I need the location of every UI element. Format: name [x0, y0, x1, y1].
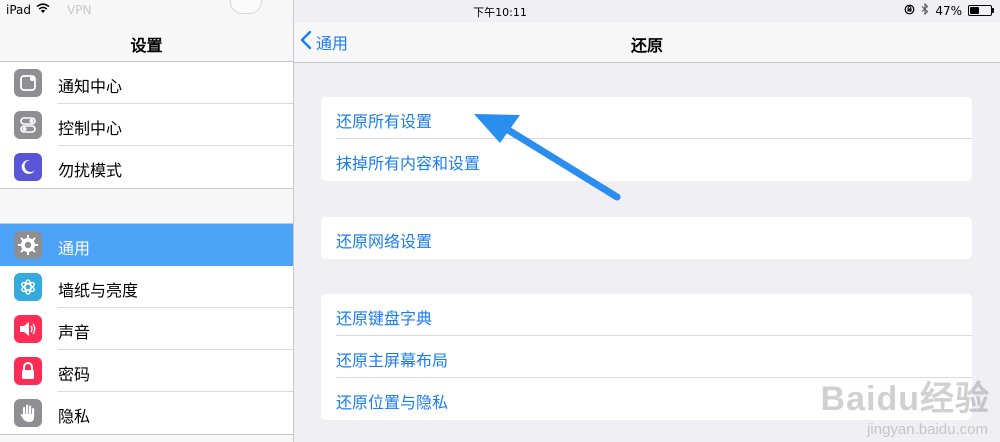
rotation-lock-icon: [904, 4, 915, 18]
sidebar-group-2: 通用 墙纸与亮度 声音 密码 隐私: [0, 223, 293, 435]
reset-group-2: 还原网络设置: [321, 217, 972, 259]
sidebar-item-passcode[interactable]: 密码: [0, 350, 293, 392]
sidebar-item-label: 通知中心: [58, 77, 123, 96]
reset-group-1: 还原所有设置 抹掉所有内容和设置: [321, 97, 972, 181]
gear-icon: [14, 231, 42, 259]
row-label: 还原主屏幕布局: [336, 351, 449, 370]
baidu-watermark-url: jingyan.baidu.com: [867, 421, 988, 438]
bluetooth-icon: [921, 2, 929, 18]
sidebar-title: 设置: [130, 36, 163, 55]
wallpaper-icon: [14, 273, 42, 301]
sidebar-group-1: 通知中心 控制中心 勿扰模式: [0, 61, 293, 189]
page-title: 还原: [630, 36, 663, 55]
hand-icon: [14, 399, 42, 427]
sidebar-item-label: 墙纸与亮度: [58, 281, 139, 300]
sidebar-item-notification-center[interactable]: 通知中心: [0, 62, 293, 104]
reset-all-settings-button[interactable]: 还原所有设置: [321, 97, 972, 139]
control-center-icon: [14, 111, 42, 139]
sidebar-item-privacy[interactable]: 隐私: [0, 392, 293, 434]
battery-tip: [992, 8, 994, 13]
baidu-watermark: Baidu经验: [820, 380, 990, 418]
battery-icon: [968, 5, 994, 16]
row-label: 抹掉所有内容和设置: [336, 154, 481, 173]
erase-all-content-button[interactable]: 抹掉所有内容和设置: [321, 139, 972, 181]
sidebar-item-control-center[interactable]: 控制中心: [0, 104, 293, 146]
sidebar-item-label: 勿扰模式: [58, 161, 123, 180]
row-label: 还原位置与隐私: [336, 393, 449, 412]
battery-fill: [970, 7, 980, 14]
status-time: 下午10:11: [473, 6, 527, 19]
row-label: 还原所有设置: [336, 112, 433, 131]
settings-sidebar: 设置 通知中心 控制中心 勿扰模式 通用 墙纸与亮度 声音 密码 隐私: [0, 0, 294, 442]
notification-center-icon: [14, 69, 42, 97]
main-nav-bar: 通用 还原: [294, 22, 1000, 63]
battery-percent: 47%: [935, 3, 962, 18]
moon-icon: [14, 153, 42, 181]
row-label: 还原键盘字典: [336, 309, 433, 328]
sidebar-item-label: 密码: [58, 365, 91, 384]
lock-icon: [14, 357, 42, 385]
sidebar-item-label: 通用: [58, 239, 91, 258]
sidebar-item-label: 隐私: [58, 407, 91, 426]
status-bar: iPad VPN 下午10:11 47%: [0, 0, 1000, 22]
sidebar-nav-bar: 设置: [0, 22, 293, 63]
sidebar-item-general[interactable]: 通用: [0, 224, 293, 266]
sidebar-item-sounds[interactable]: 声音: [0, 308, 293, 350]
reset-keyboard-dictionary-button[interactable]: 还原键盘字典: [321, 294, 972, 336]
sidebar-item-label: 控制中心: [58, 119, 123, 138]
reset-network-settings-button[interactable]: 还原网络设置: [321, 217, 972, 259]
speaker-icon: [14, 315, 42, 343]
row-label: 还原网络设置: [336, 232, 433, 251]
sidebar-item-do-not-disturb[interactable]: 勿扰模式: [0, 146, 293, 188]
sidebar-item-label: 声音: [58, 323, 91, 342]
sidebar-item-wallpaper[interactable]: 墙纸与亮度: [0, 266, 293, 308]
